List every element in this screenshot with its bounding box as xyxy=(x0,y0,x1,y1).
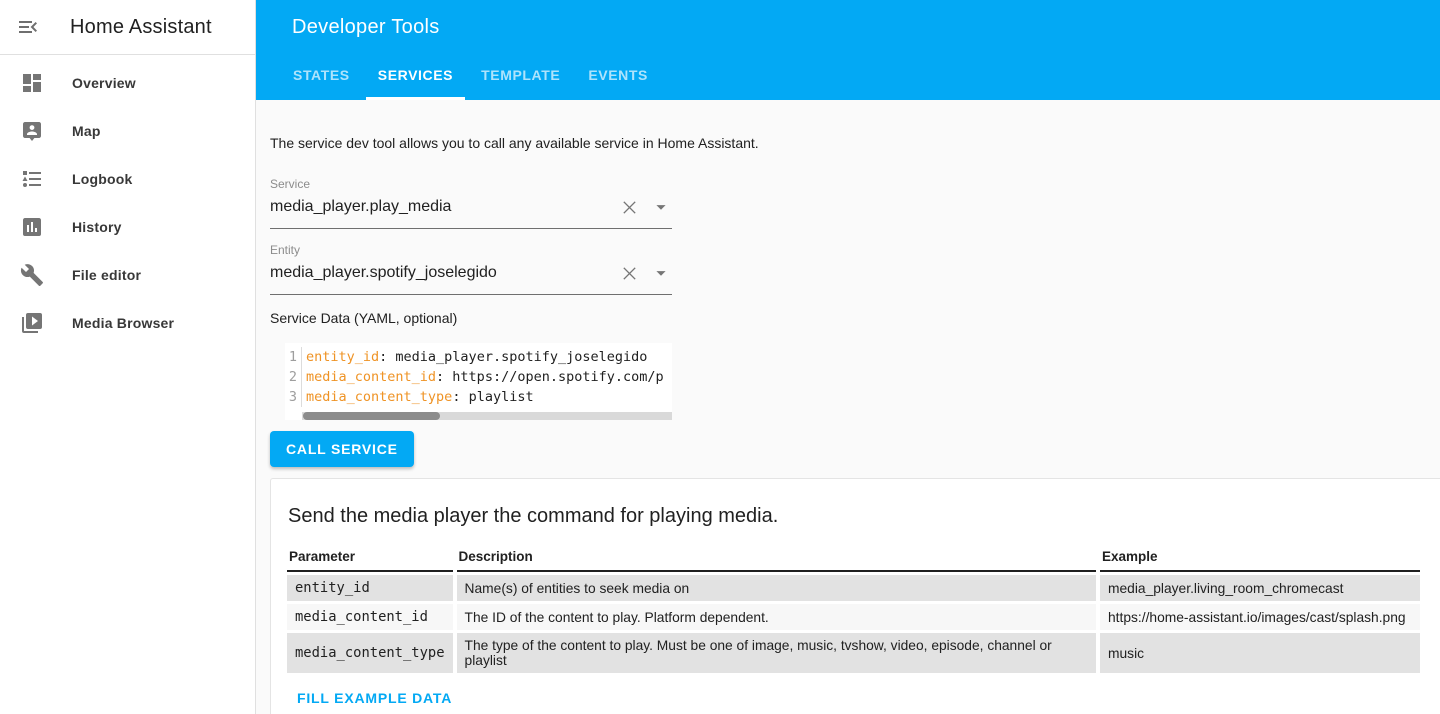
param-example: music xyxy=(1100,633,1420,673)
yaml-line: 3 media_content_type: playlist xyxy=(285,387,672,407)
entity-field-label: Entity xyxy=(270,243,672,257)
play-box-multiple-icon xyxy=(20,311,44,335)
param-name: media_content_type xyxy=(287,633,453,673)
table-row: entity_id Name(s) of entities to seek me… xyxy=(287,575,1420,601)
app-header: Developer Tools STATES SERVICES TEMPLATE… xyxy=(256,0,1440,100)
services-panel: The service dev tool allows you to call … xyxy=(270,100,1440,714)
table-header-row: Parameter Description Example xyxy=(287,547,1420,572)
account-location-icon xyxy=(20,119,44,143)
column-header-example: Example xyxy=(1100,547,1420,572)
wrench-icon xyxy=(20,263,44,287)
yaml-value: : https://open.spotify.com/p xyxy=(436,369,664,385)
menu-open-icon[interactable] xyxy=(16,15,40,39)
sidebar: Home Assistant Overview Map Logbook Hist… xyxy=(0,0,256,714)
service-field-label: Service xyxy=(270,177,672,191)
column-header-parameter: Parameter xyxy=(287,547,453,572)
sidebar-item-label: File editor xyxy=(72,267,141,283)
chart-box-icon xyxy=(20,215,44,239)
yaml-key: media_content_id xyxy=(306,369,436,385)
clear-icon[interactable] xyxy=(619,197,640,218)
sidebar-header: Home Assistant xyxy=(0,0,255,55)
fill-example-data-button[interactable]: FILL EXAMPLE DATA xyxy=(297,690,452,706)
service-field: Service media_player.play_media xyxy=(270,177,672,229)
table-row: media_content_type The type of the conte… xyxy=(287,633,1420,673)
entity-field-value[interactable]: media_player.spotify_joselegido xyxy=(270,264,619,282)
page-title: Developer Tools xyxy=(292,16,440,39)
sidebar-nav: Overview Map Logbook History File editor xyxy=(0,55,255,347)
tab-states[interactable]: STATES xyxy=(281,52,362,100)
parameters-table: Parameter Description Example entity_id … xyxy=(283,544,1424,676)
service-select[interactable]: media_player.play_media xyxy=(270,196,672,229)
list-bulleted-type-icon xyxy=(20,167,44,191)
sidebar-item-overview[interactable]: Overview xyxy=(0,59,255,107)
sidebar-item-media-browser[interactable]: Media Browser xyxy=(0,299,255,347)
sidebar-item-label: Logbook xyxy=(72,171,133,187)
yaml-key: media_content_type xyxy=(306,389,452,405)
service-description-heading: Send the media player the command for pl… xyxy=(288,505,1424,528)
tab-template[interactable]: TEMPLATE xyxy=(469,52,572,100)
view-dashboard-icon xyxy=(20,71,44,95)
param-name: media_content_id xyxy=(287,604,453,630)
yaml-key: entity_id xyxy=(306,349,379,365)
param-example: media_player.living_room_chromecast xyxy=(1100,575,1420,601)
scrollbar-thumb[interactable] xyxy=(303,412,440,420)
sidebar-item-label: Overview xyxy=(72,75,136,91)
intro-text: The service dev tool allows you to call … xyxy=(270,135,759,151)
param-name: entity_id xyxy=(287,575,453,601)
param-description: Name(s) of entities to seek media on xyxy=(457,575,1096,601)
yaml-value: : playlist xyxy=(452,389,533,405)
app-name: Home Assistant xyxy=(70,16,212,39)
chevron-down-icon[interactable] xyxy=(650,262,672,284)
service-field-value[interactable]: media_player.play_media xyxy=(270,198,619,216)
line-number: 2 xyxy=(285,367,302,387)
line-number: 1 xyxy=(285,347,302,367)
entity-select[interactable]: media_player.spotify_joselegido xyxy=(270,262,672,295)
horizontal-scrollbar[interactable] xyxy=(302,412,672,420)
tab-events[interactable]: EVENTS xyxy=(576,52,660,100)
tabbar: STATES SERVICES TEMPLATE EVENTS xyxy=(281,52,664,100)
table-row: media_content_id The ID of the content t… xyxy=(287,604,1420,630)
service-description-card: Send the media player the command for pl… xyxy=(270,478,1440,714)
clear-icon[interactable] xyxy=(619,263,640,284)
column-header-description: Description xyxy=(457,547,1096,572)
yaml-value: : media_player.spotify_joselegido xyxy=(379,349,647,365)
tab-services[interactable]: SERVICES xyxy=(366,52,465,100)
param-example: https://home-assistant.io/images/cast/sp… xyxy=(1100,604,1420,630)
param-description: The ID of the content to play. Platform … xyxy=(457,604,1096,630)
sidebar-item-label: Map xyxy=(72,123,101,139)
sidebar-item-file-editor[interactable]: File editor xyxy=(0,251,255,299)
sidebar-item-label: Media Browser xyxy=(72,315,174,331)
sidebar-item-label: History xyxy=(72,219,122,235)
yaml-line: 2 media_content_id: https://open.spotify… xyxy=(285,367,672,387)
call-service-button[interactable]: CALL SERVICE xyxy=(270,431,414,467)
param-description: The type of the content to play. Must be… xyxy=(457,633,1096,673)
yaml-line: 1 entity_id: media_player.spotify_josele… xyxy=(285,347,672,367)
entity-field: Entity media_player.spotify_joselegido xyxy=(270,243,672,295)
sidebar-item-map[interactable]: Map xyxy=(0,107,255,155)
chevron-down-icon[interactable] xyxy=(650,196,672,218)
line-number: 3 xyxy=(285,387,302,407)
yaml-editor[interactable]: 1 entity_id: media_player.spotify_josele… xyxy=(285,343,672,420)
sidebar-item-logbook[interactable]: Logbook xyxy=(0,155,255,203)
sidebar-item-history[interactable]: History xyxy=(0,203,255,251)
yaml-editor-label: Service Data (YAML, optional) xyxy=(270,310,457,326)
